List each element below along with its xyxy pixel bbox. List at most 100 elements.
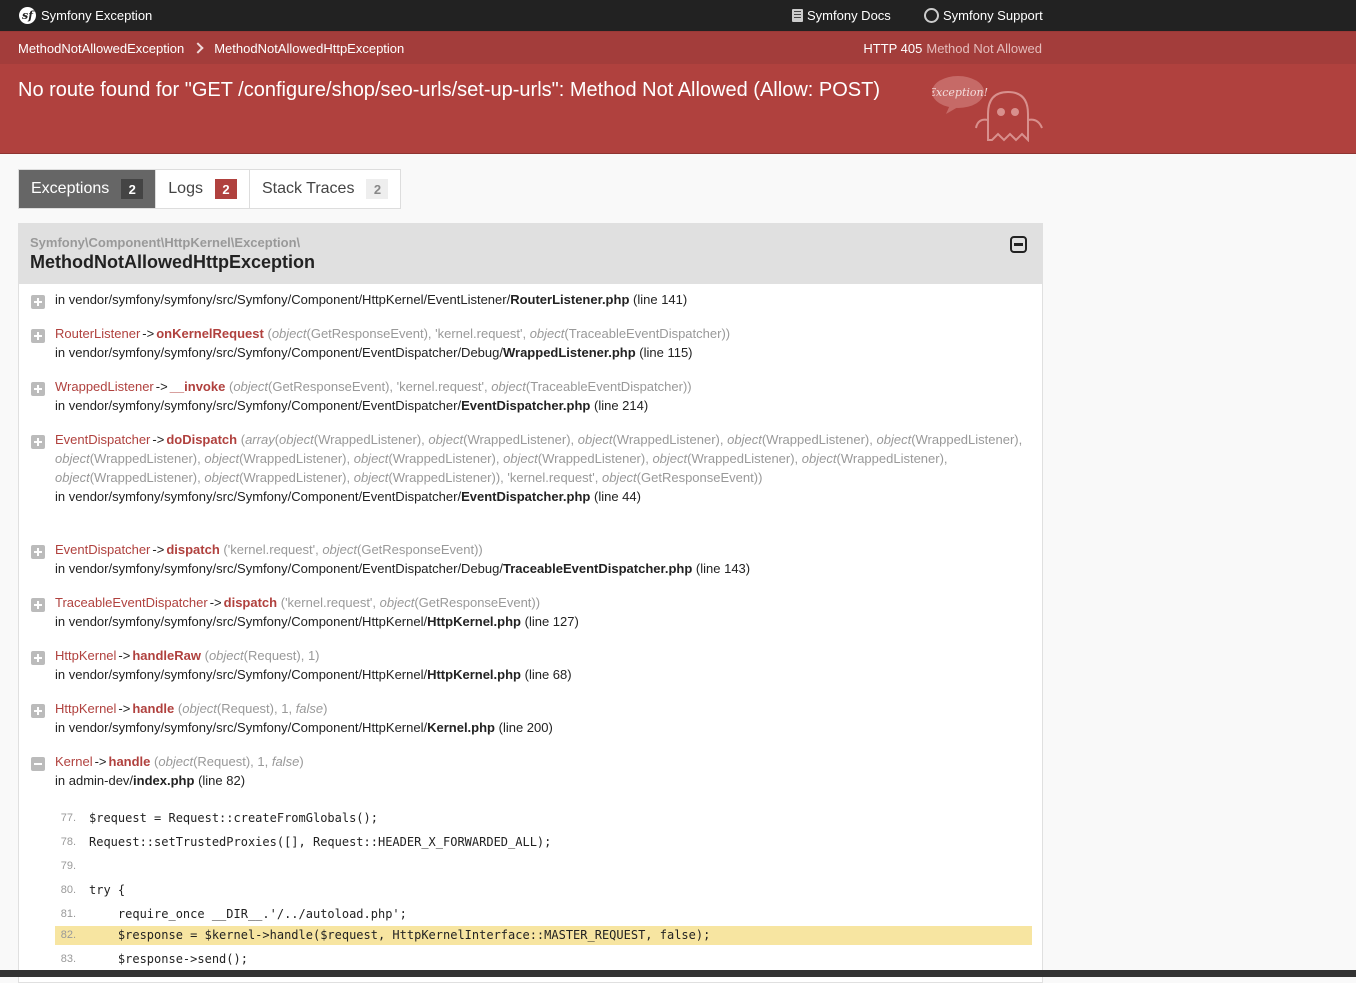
tab-count-badge: 2: [366, 179, 389, 199]
expand-icon[interactable]: [31, 295, 45, 309]
call-arrow: ->: [94, 754, 107, 769]
trace-function: handle: [132, 701, 175, 716]
file-name: HttpKernel.php: [427, 667, 521, 682]
call-arrow: ->: [142, 326, 155, 341]
code-line-number: 78.: [60, 836, 76, 848]
call-arrow: ->: [118, 648, 131, 663]
ghost-speech-text: Exception!: [932, 86, 988, 99]
line-number: (line 143): [695, 561, 751, 576]
trace-args: (object(Request), 1, false): [177, 701, 328, 716]
code-line: 80. try {: [55, 881, 1032, 900]
tab-label: Stack Traces: [261, 180, 355, 197]
file-name: TraceableEventDispatcher.php: [502, 561, 693, 576]
code-line: 77. $request = Request::createFromGlobal…: [55, 809, 1032, 828]
code-source: $response->send();: [89, 952, 248, 966]
symfony-logo-icon: sf: [19, 7, 36, 24]
trace-class: TraceableEventDispatcher: [55, 595, 208, 610]
expand-icon[interactable]: [31, 598, 45, 612]
book-icon: [792, 9, 803, 22]
trace-args: (object(GetResponseEvent), 'kernel.reque…: [228, 379, 692, 394]
tab-exceptions[interactable]: Exceptions 2: [19, 170, 157, 208]
chevron-right-icon: [192, 42, 204, 54]
file-name: HttpKernel.php: [427, 614, 521, 629]
trace-call: TraceableEventDispatcher -> dispatch ('ker…: [55, 593, 1030, 631]
collapse-icon[interactable]: [31, 757, 45, 771]
breadcrumb-item-1: MethodNotAllowedException: [18, 40, 185, 56]
file-path: in vendor/symfony/symfony/src/Symfony/Co…: [55, 667, 428, 682]
trace-call: RouterListener -> onKernelRequest (object(…: [55, 324, 1030, 362]
file-name: Kernel.php: [427, 720, 495, 735]
code-line-number: 83.: [60, 953, 76, 965]
file-path: in admin-dev/: [55, 773, 134, 788]
file-path: in vendor/symfony/symfony/src/Symfony/Co…: [55, 561, 503, 576]
tab-logs[interactable]: Logs 2: [156, 170, 250, 208]
collapse-icon[interactable]: [1010, 236, 1027, 253]
line-number: (line 82): [198, 773, 246, 788]
expand-icon[interactable]: [31, 704, 45, 718]
exception-class-name: MethodNotAllowedHttpException: [30, 252, 315, 272]
file-path: in vendor/symfony/symfony/src/Symfony/Co…: [55, 720, 428, 735]
line-number: (line 127): [524, 614, 579, 629]
expand-icon[interactable]: [31, 329, 45, 343]
code-source: Request::setTrustedProxies([], Request::…: [89, 835, 552, 849]
file-name: RouterListener.php: [510, 292, 630, 307]
code-line-number: 80.: [60, 884, 76, 896]
trace-function: onKernelRequest: [156, 326, 264, 341]
line-number: (line 141): [633, 292, 688, 307]
brand-title: Symfony Exception: [41, 8, 153, 23]
trace-file: in vendor/symfony/symfony/src/Symfony/Co…: [55, 290, 1030, 309]
exception-ghost-icon: Exception!: [932, 76, 1043, 142]
file-name: WrappedListener.php: [502, 345, 636, 360]
tab-label: Exceptions: [31, 180, 110, 197]
trace-class: WrappedListener: [55, 379, 154, 394]
trace-call: WrappedListener -> __invoke (object(GetRes…: [55, 377, 1030, 415]
trace-class: Kernel: [55, 754, 93, 769]
code-line: 78. Request::setTrustedProxies([], Reque…: [55, 833, 1032, 852]
code-line-number: 82.: [60, 929, 76, 941]
symfony-docs-link[interactable]: Symfony Docs: [792, 8, 891, 23]
trace-class: EventDispatcher: [55, 432, 151, 447]
line-number: (line 214): [594, 398, 649, 413]
breadcrumb: MethodNotAllowedException MethodNotAllow…: [18, 32, 404, 64]
file-name: EventDispatcher.php: [461, 398, 591, 413]
line-number: (line 44): [594, 489, 641, 504]
code-line: 79.: [55, 857, 1032, 876]
trace-class: RouterListener: [55, 326, 141, 341]
expand-icon[interactable]: [31, 382, 45, 396]
http-status: HTTP 405 Method Not Allowed: [863, 32, 1042, 64]
code-source: try {: [89, 883, 126, 897]
trace-function: doDispatch: [166, 432, 238, 447]
trace-args: (object(Request), 1): [204, 648, 320, 663]
symfony-support-link[interactable]: Symfony Support: [924, 8, 1043, 23]
brand: sf Symfony Exception: [19, 0, 152, 31]
file-path: in vendor/symfony/symfony/src/Symfony/Co…: [55, 489, 462, 504]
trace-function: handle: [108, 754, 151, 769]
trace-function: handleRaw: [132, 648, 201, 663]
line-number: (line 200): [498, 720, 553, 735]
file-name: EventDispatcher.php: [461, 489, 591, 504]
file-path: in vendor/symfony/symfony/src/Symfony/Co…: [55, 614, 428, 629]
trace-call: HttpKernel -> handle (object(Request), 1, …: [55, 699, 1030, 737]
exception-summary: MethodNotAllowedException MethodNotAllow…: [0, 31, 1356, 154]
http-text: Method Not Allowed: [926, 40, 1042, 56]
trace-args: (object(Request), 1, false): [154, 754, 304, 769]
exception-metadata: MethodNotAllowedException MethodNotAllow…: [0, 31, 1356, 64]
line-number: (line 115): [639, 345, 693, 360]
trace-args: ('kernel.request', object(GetResponseEve…: [280, 595, 541, 610]
expand-icon[interactable]: [31, 545, 45, 559]
expand-icon[interactable]: [31, 651, 45, 665]
expand-icon[interactable]: [31, 435, 45, 449]
code-line-number: 79.: [60, 860, 76, 872]
trace-class: HttpKernel: [55, 701, 117, 716]
file-name: index.php: [133, 773, 195, 788]
trace-call: EventDispatcher -> dispatch ('kernel.reque…: [55, 540, 1030, 578]
docs-label: Symfony Docs: [807, 8, 891, 23]
http-code: HTTP 405: [863, 40, 923, 56]
trace-function: __invoke: [169, 379, 226, 394]
tab-stack-traces[interactable]: Stack Traces 2: [250, 170, 400, 208]
call-arrow: ->: [209, 595, 222, 610]
breadcrumb-item-2: MethodNotAllowedHttpException: [214, 40, 405, 56]
code-line: 81. require_once __DIR__.'/../autoload.p…: [55, 905, 1032, 924]
trace-args: ('kernel.request', object(GetResponseEve…: [223, 542, 483, 557]
trace-call: HttpKernel -> handleRaw (object(Request), …: [55, 646, 1030, 684]
